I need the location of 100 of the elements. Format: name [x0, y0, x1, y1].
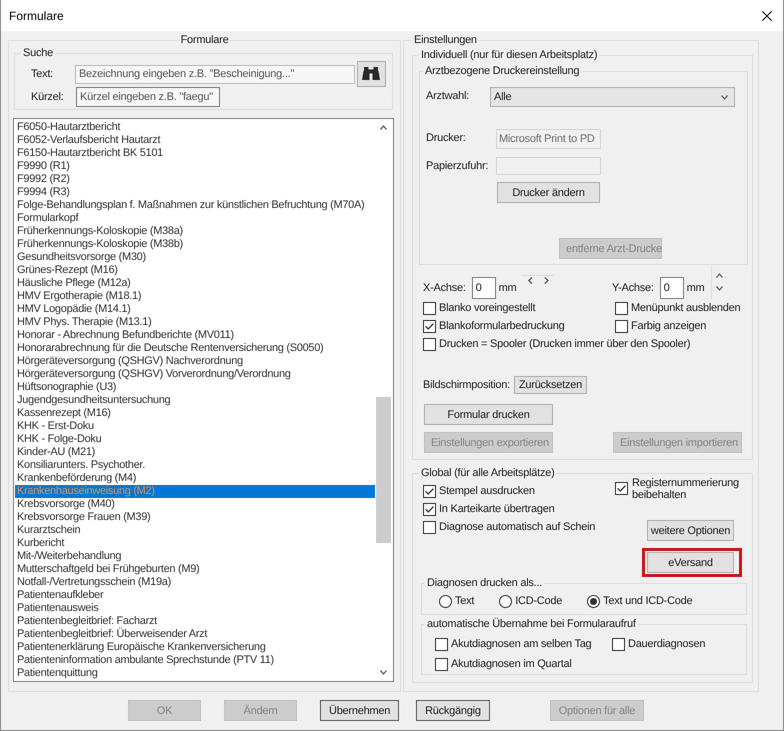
checkbox[interactable]: [435, 638, 448, 651]
doctor-dropdown[interactable]: Alle: [490, 87, 735, 107]
checkbox-label: Menüpunkt ausblenden: [631, 302, 740, 315]
list-item[interactable]: KHK - Erst-Doku: [15, 420, 375, 433]
list-item[interactable]: Patientenausweis: [15, 602, 375, 615]
list-item[interactable]: Patientenaufkleber: [15, 589, 375, 602]
list-item[interactable]: F9990 (R1): [15, 160, 375, 173]
search-field[interactable]: Bezeichnung eingeben z.B. "Bescheinigung...": [74, 64, 355, 84]
apply-button[interactable]: Übernehmen: [320, 700, 400, 721]
list-item[interactable]: Notfall-/Vertretungsschein (M19a): [15, 576, 375, 589]
checkbox[interactable]: [612, 638, 625, 651]
checkbox[interactable]: [423, 338, 436, 351]
change-printer-button[interactable]: Drucker ändern: [497, 182, 600, 203]
list-item[interactable]: Häusliche Pflege (M12a): [15, 277, 375, 290]
checkbox-label: Registernummerierung beibehalten: [632, 477, 740, 501]
group-title: Formulare: [180, 34, 230, 47]
list-item[interactable]: F6150-Hautarztbericht BK 5101: [15, 147, 375, 160]
list-item[interactable]: F9994 (R3): [15, 186, 375, 199]
list-item[interactable]: HMV Phys. Therapie (M13.1): [15, 316, 375, 329]
list-item[interactable]: F6052-Verlaufsbericht Hautarzt: [15, 134, 375, 147]
list-item[interactable]: Honorar - Abrechnung Befundberichte (MV011): [15, 329, 375, 342]
field-label: X-Achse:: [423, 281, 466, 296]
list-item[interactable]: Krebsvorsorge (M40): [15, 498, 375, 511]
list-item[interactable]: Patientenbegleitbrief: Facharzt: [15, 615, 375, 628]
radio-button[interactable]: [499, 595, 512, 608]
chevron-down-icon[interactable]: [716, 286, 723, 291]
list-item[interactable]: Patientenquittung: [15, 667, 375, 680]
search-field[interactable]: Kürzel eingeben z.B. "faegu": [76, 87, 220, 107]
checkbox[interactable]: [435, 658, 448, 671]
list-item[interactable]: Honorarabrechnung für die Deutsche Rentenversicherung (S0050): [15, 342, 375, 355]
list-item[interactable]: Jugendgesundheitsuntersuchung: [15, 394, 375, 407]
list-item[interactable]: Konsiliarunters. Psychother.: [15, 459, 375, 472]
group-title: Global (für alle Arbeitsplätze): [420, 467, 556, 480]
chevron-up-icon[interactable]: [380, 125, 387, 130]
list-item[interactable]: Grünes-Rezept (M16): [15, 264, 375, 277]
group-title: Individuell (nur für diesen Arbeitsplatz): [420, 49, 598, 62]
list-item[interactable]: HMV Logopädie (M14.1): [15, 303, 375, 316]
list-item[interactable]: Hüftsonographie (U3): [15, 381, 375, 394]
undo-button[interactable]: Rückgängig: [416, 700, 490, 721]
list-item[interactable]: Mit-/Weiterbehandlung: [15, 550, 375, 563]
group-title: Arztbezogene Druckereinstellung: [424, 65, 580, 78]
list-item[interactable]: Krebsvorsorge Frauen (M39): [15, 511, 375, 524]
checkbox[interactable]: [423, 320, 436, 333]
e-dispatch-button[interactable]: eVersand: [647, 552, 734, 573]
list-item[interactable]: Formularkopf: [15, 212, 375, 225]
group-title: Diagnosen drucken als...: [426, 577, 544, 589]
radio-label: Text: [455, 595, 474, 608]
field-label: Papierzufuhr:: [426, 160, 490, 173]
check-icon: [425, 506, 434, 513]
checkbox[interactable]: [615, 302, 628, 315]
unit-label: mm: [498, 281, 516, 296]
list-item[interactable]: Krankenbeförderung (M4): [15, 472, 375, 485]
list-item[interactable]: Mutterschaftgeld bei Frühgeburten (M9): [15, 563, 375, 576]
spin-control[interactable]: [522, 275, 554, 284]
checkbox[interactable]: [615, 320, 628, 333]
checkbox[interactable]: [423, 302, 436, 315]
list-item[interactable]: Kinder-AU (M21): [15, 446, 375, 459]
reset-button[interactable]: Zurücksetzen: [514, 376, 587, 394]
list-item[interactable]: HMV Ergotherapie (M18.1): [15, 290, 375, 303]
list-item[interactable]: F6050-Hautarztbericht: [15, 121, 375, 134]
more-options-button[interactable]: weitere Optionen: [647, 520, 734, 541]
chevron-down-icon[interactable]: [721, 94, 728, 100]
list-item[interactable]: Kurbericht: [15, 537, 375, 550]
chevron-up-icon[interactable]: [716, 273, 723, 278]
radio-button[interactable]: [587, 595, 600, 608]
scrollbar-thumb[interactable]: [376, 397, 391, 543]
checkbox[interactable]: [615, 482, 628, 495]
checkbox[interactable]: [423, 521, 436, 534]
checkbox-label: Farbig anzeigen: [631, 320, 706, 333]
list-item[interactable]: Hörgeräteversorgung (QSHGV) Nachverordnung: [15, 355, 375, 368]
list-item[interactable]: Früherkennungs-Koloskopie (M38a): [15, 225, 375, 238]
field-label: Y-Achse:: [612, 281, 654, 296]
list-item[interactable]: Früherkennungs-Koloskopie (M38b): [15, 238, 375, 251]
list-item[interactable]: Patienteninformation ambulante Sprechstunde (PTV 11): [15, 654, 375, 667]
list-item[interactable]: Hörgeräteversorgung (QSHGV) Vorverordnung/Verordnung: [15, 368, 375, 381]
offset-field[interactable]: 0: [660, 277, 684, 299]
checkbox-label: Dauerdiagnosen: [628, 638, 706, 651]
list-item[interactable]: Patientenerklärung Europäische Krankenversicherung: [15, 641, 375, 654]
search-button[interactable]: [356, 61, 386, 87]
checkbox[interactable]: [423, 503, 436, 516]
binoculars-icon: [362, 67, 380, 81]
list-item[interactable]: Kurarztschein: [15, 524, 375, 537]
list-item[interactable]: F9992 (R2): [15, 173, 375, 186]
list-item[interactable]: Gesundheitsvorsorge (M30): [15, 251, 375, 264]
field-label: Bildschirmposition:: [423, 378, 510, 392]
chevron-right-icon[interactable]: [544, 276, 549, 284]
group-title: Einstellungen: [413, 34, 478, 47]
group-title: Suche: [22, 47, 54, 60]
chevron-left-icon[interactable]: [528, 276, 533, 284]
checkbox-label: Blankoformularbedruckung: [439, 320, 564, 333]
radio-button[interactable]: [439, 595, 452, 608]
checkbox[interactable]: [423, 485, 436, 498]
list-item[interactable]: Kassenrezept (M16): [15, 407, 375, 420]
chevron-down-icon[interactable]: [380, 670, 387, 675]
list-item[interactable]: Patientenbegleitbrief: Überweisender Arzt: [15, 628, 375, 641]
list-item[interactable]: KHK - Folge-Doku: [15, 433, 375, 446]
print-form-button[interactable]: Formular drucken: [424, 404, 553, 425]
checkbox-label: Akutdiagnosen am selben Tag: [451, 638, 592, 651]
offset-field[interactable]: 0: [472, 277, 496, 299]
list-item[interactable]: Folge-Behandlungsplan f. Maßnahmen zur künstlichen Befruchtung (M70A): [15, 199, 375, 212]
